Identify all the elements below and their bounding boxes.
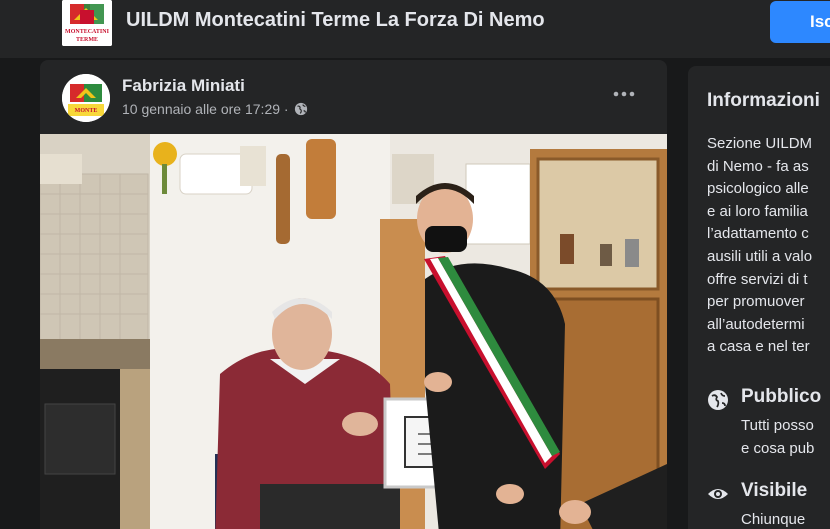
privacy-public-desc-line: e cosa pub (741, 439, 815, 457)
group-logo[interactable]: MONTECATINI TERME (62, 0, 112, 46)
group-info-card: Informazioni Sezione UILDM di Nemo - fa … (688, 66, 830, 529)
photo-illustration (40, 134, 667, 529)
avatar-text: MONTE (75, 108, 98, 114)
privacy-visible-desc-line: Chiunque (741, 511, 806, 528)
description-line: Sezione UILDM (707, 135, 813, 152)
group-description: Sezione UILDM di Nemo - fa as psicologic… (707, 133, 830, 359)
group-title[interactable]: UILDM Montecatini Terme La Forza Di Nemo (126, 9, 545, 32)
description-line: di Nemo - fa as (707, 157, 809, 175)
privacy-public-desc-line: Tutti posso (741, 417, 814, 434)
info-title: Informazioni (707, 90, 820, 111)
avatar-image: MONTE (62, 74, 110, 122)
description-line: per promuover (707, 293, 805, 311)
post-card: MONTE Fabrizia Miniati 10 gennaio alle o… (40, 60, 667, 529)
group-logo-image: MONTECATINI TERME (62, 0, 112, 46)
privacy-visible-title: Visibile (741, 480, 808, 501)
globe-icon (708, 390, 728, 410)
description-line: offre servizi di t (707, 270, 808, 288)
more-options-button[interactable] (606, 82, 642, 110)
group-header: MONTECATINI TERME UILDM Montecatini Term… (0, 0, 830, 58)
description-line: l’adattamento c (707, 225, 809, 243)
author-avatar[interactable]: MONTE (62, 74, 110, 122)
more-options-icon (613, 91, 635, 97)
post-timestamp[interactable]: 10 gennaio alle ore 17:29 · (122, 101, 289, 117)
description-line: ausili utili a valo (707, 247, 813, 265)
globe-icon (294, 102, 307, 116)
post-author-name[interactable]: Fabrizia Miniati (122, 76, 245, 96)
logo-text-line-1: MONTECATINI (65, 29, 110, 35)
privacy-visible-desc: Chiunque (741, 509, 805, 529)
description-line: all’autodetermi (707, 315, 805, 333)
privacy-public-desc: Tutti posso e cosa pub (741, 415, 814, 460)
post-meta: 10 gennaio alle ore 17:29 · (122, 101, 308, 117)
description-line: e ai loro familia (707, 202, 808, 220)
privacy-public-title: Pubblico (741, 386, 822, 407)
description-line: psicologico alle (707, 180, 809, 198)
eye-icon (708, 489, 728, 499)
description-line: a casa e nel ter (707, 338, 810, 356)
logo-text-line-2: TERME (76, 37, 98, 43)
join-group-button[interactable]: Iscriviti (770, 1, 830, 43)
post-photo[interactable] (40, 134, 667, 529)
